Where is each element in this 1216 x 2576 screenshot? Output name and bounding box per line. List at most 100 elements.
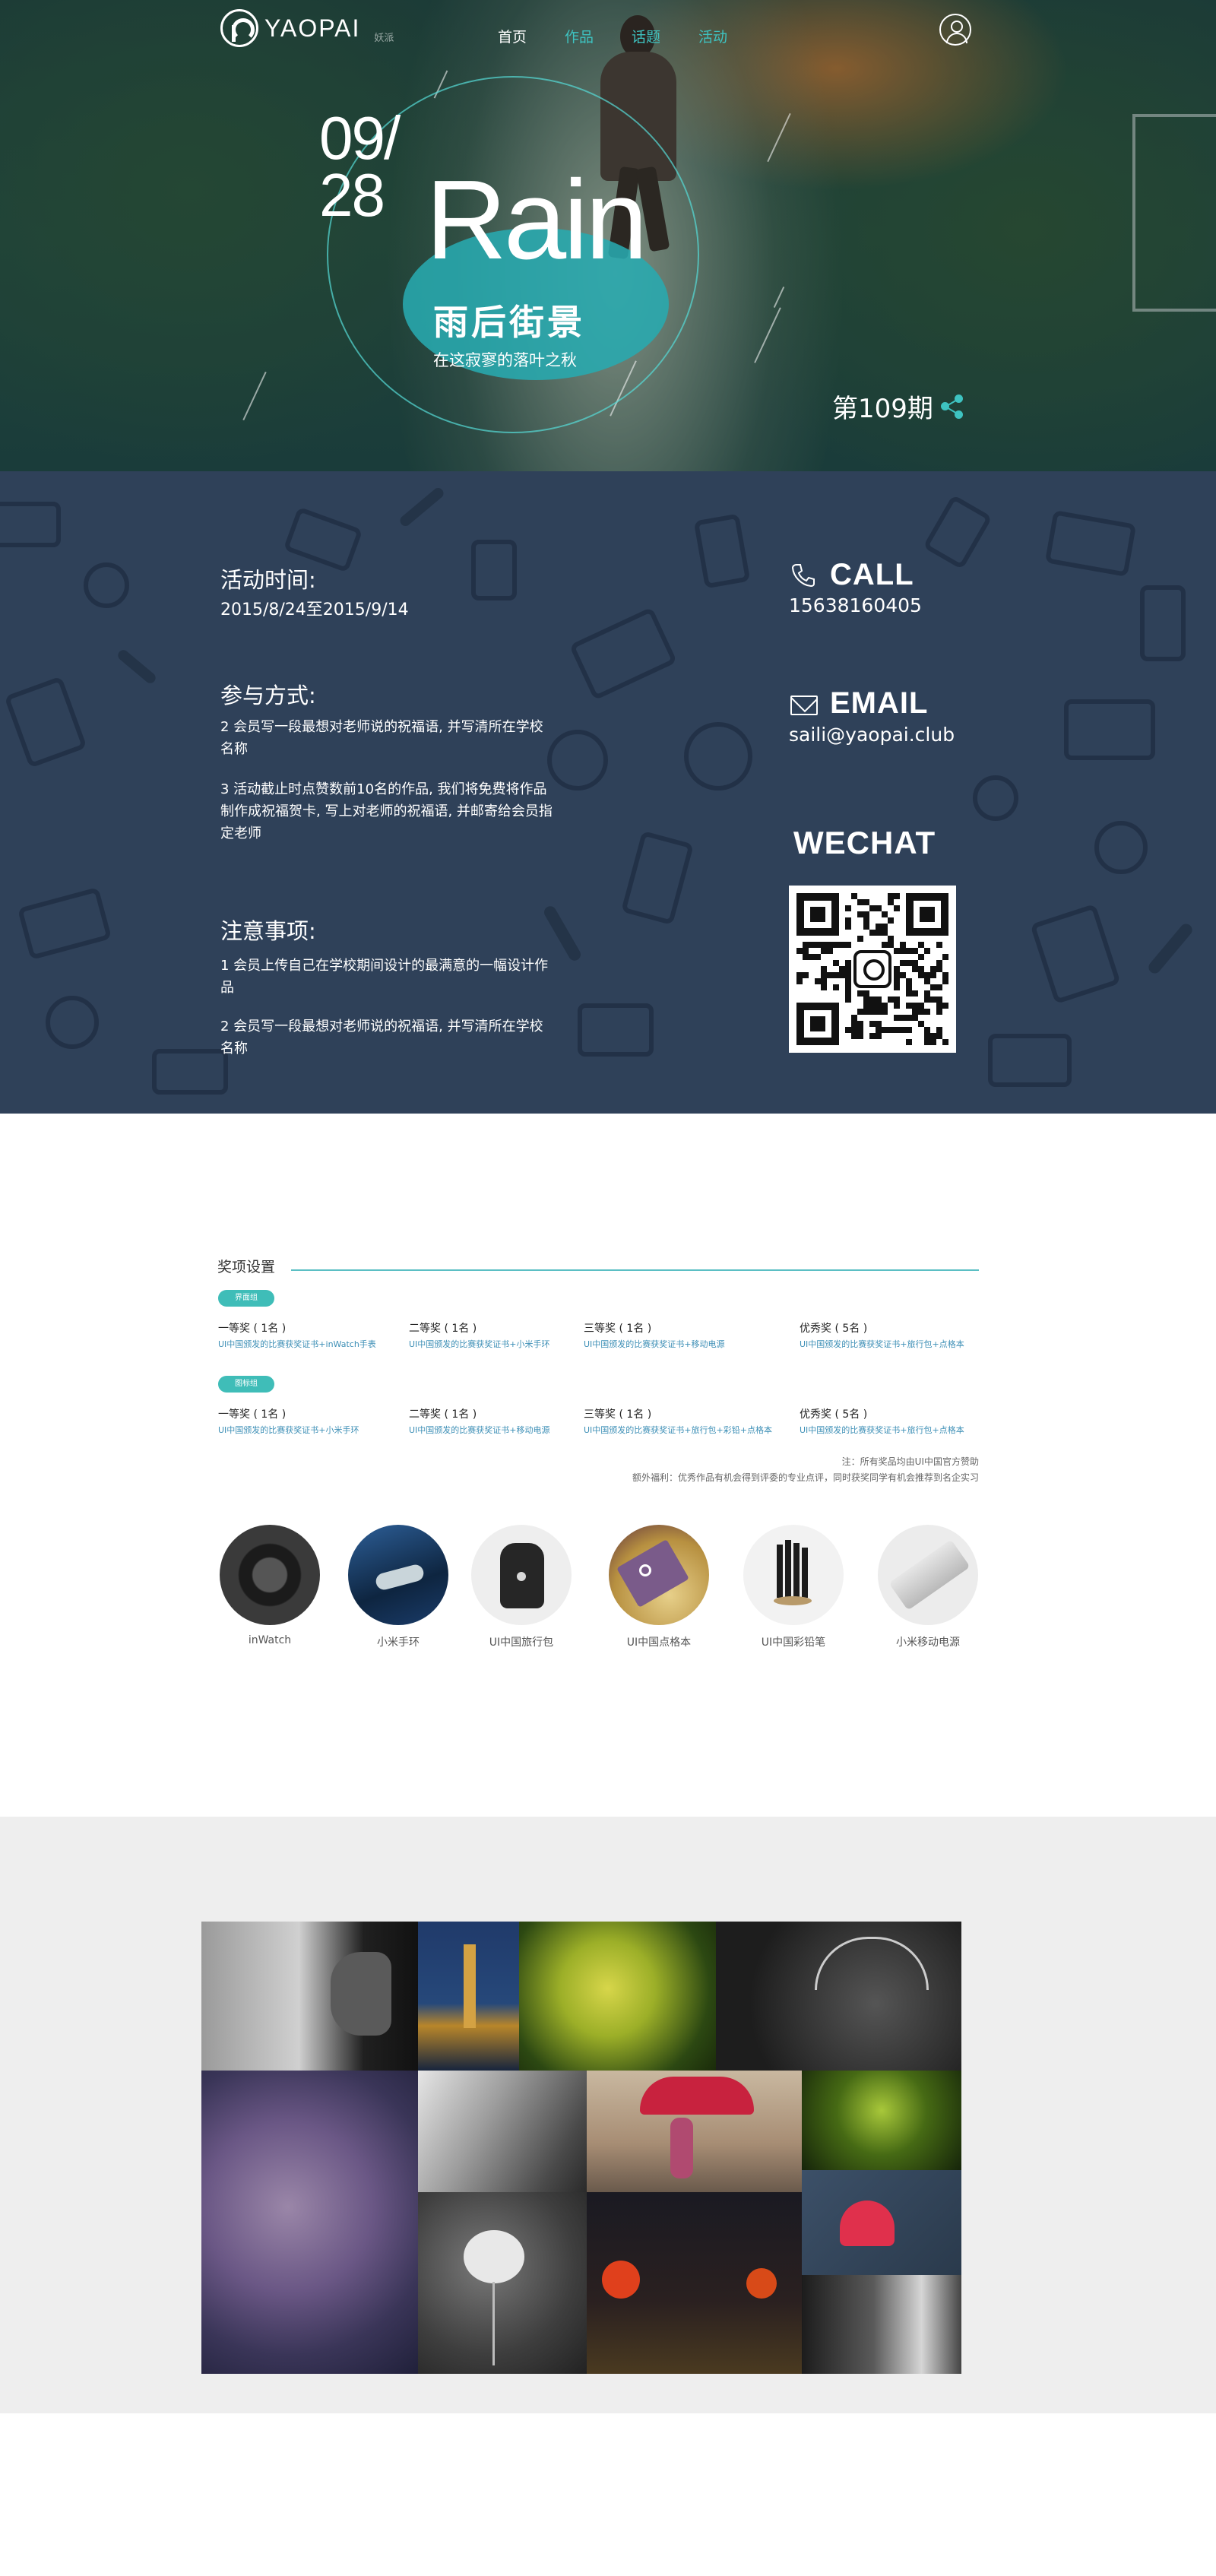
qr-module — [924, 978, 930, 984]
qr-module — [900, 948, 906, 954]
qr-module — [803, 954, 809, 960]
nav-link-home[interactable]: 首页 — [498, 26, 527, 46]
awards-note-benefit: 额外福利：优秀作品有机会得到评委的专业点评，同时获奖同学有机会推荐到名企实习 — [632, 1472, 979, 1483]
qr-module — [942, 1003, 948, 1009]
qr-module — [936, 1033, 942, 1039]
logo[interactable]: YAOPAI 妖派 — [220, 9, 394, 47]
hero-subtitle: 在这寂寥的落叶之秋 — [433, 351, 577, 369]
qr-module — [936, 1009, 942, 1015]
nav-link-topics[interactable]: 话题 — [632, 26, 660, 46]
qr-module — [857, 1009, 863, 1015]
qr-module — [906, 1015, 912, 1021]
gallery-photo-big-ben[interactable] — [418, 1922, 519, 2071]
qr-module — [857, 1027, 863, 1033]
qr-module — [894, 978, 900, 984]
qr-module — [876, 1027, 882, 1033]
event-time-value: 2015/8/24至2015/9/14 — [220, 600, 409, 619]
awards-section — [0, 1114, 1216, 1817]
qr-module — [833, 942, 839, 948]
qr-module — [839, 966, 845, 972]
qr-module — [815, 942, 821, 948]
email-value[interactable]: saili@yaopai.club — [789, 724, 955, 746]
phone-icon — [791, 564, 815, 588]
prize-name: 优秀奖 ( 5名 ) — [800, 1323, 868, 1335]
qr-module — [882, 1027, 888, 1033]
qr-module — [888, 936, 894, 942]
qr-module — [924, 972, 930, 978]
prize-item: 小米手环 — [348, 1525, 448, 1649]
prize-desc: UI中国颁发的比赛获奖证书+inWatch手表 — [218, 1339, 376, 1349]
nav-link-events[interactable]: 活动 — [698, 26, 727, 46]
prize-desc: UI中国颁发的比赛获奖证书+旅行包+点格本 — [800, 1425, 964, 1435]
power-bank-image — [878, 1525, 978, 1625]
qr-module — [827, 942, 833, 948]
fence-decoration — [1132, 114, 1216, 312]
qr-module — [894, 984, 900, 990]
gallery-photo-leaf[interactable] — [519, 1922, 716, 2071]
qr-module — [924, 1033, 930, 1039]
qr-module — [821, 942, 827, 948]
qr-module — [882, 1003, 888, 1009]
gallery-photo-rainy-window[interactable] — [201, 1922, 418, 2071]
qr-module — [882, 1009, 888, 1015]
pattern-circle-icon — [684, 722, 752, 791]
qr-module — [936, 996, 942, 1003]
qr-module — [894, 972, 900, 978]
qr-module — [888, 893, 894, 899]
qr-module — [924, 996, 930, 1003]
qr-module — [851, 893, 857, 899]
qr-module — [918, 1003, 924, 1009]
pattern-camera-icon — [0, 502, 61, 547]
qr-module — [845, 990, 851, 996]
qr-module — [857, 936, 863, 942]
nav-link-works[interactable]: 作品 — [565, 26, 594, 46]
pattern-star-icon — [1094, 821, 1148, 874]
qr-module — [796, 948, 803, 954]
qr-module — [857, 899, 863, 905]
gallery-photo-white-poppy[interactable] — [418, 2192, 587, 2374]
pattern-phone-icon — [923, 494, 993, 570]
qr-module — [876, 905, 882, 911]
pattern-tablet-icon — [568, 607, 678, 701]
qr-module — [857, 990, 863, 996]
pattern-phone-icon — [693, 513, 751, 589]
qr-module — [863, 899, 869, 905]
call-value[interactable]: 15638160405 — [789, 594, 922, 616]
event-time-title: 活动时间: — [220, 567, 316, 593]
prize-desc: UI中国颁发的比赛获奖证书+移动电源 — [409, 1425, 550, 1435]
user-account-icon[interactable] — [939, 14, 971, 46]
qr-module — [839, 972, 845, 978]
gallery-photo-hex-umbrella[interactable] — [802, 2170, 961, 2275]
qr-module — [912, 966, 918, 972]
gallery-photo-red-umbrella[interactable] — [587, 2071, 802, 2192]
decor-line — [754, 307, 781, 363]
share-icon[interactable] — [940, 394, 965, 419]
qr-module — [869, 930, 876, 936]
gallery-photo-bokeh-lights[interactable] — [587, 2192, 802, 2374]
call-title: CALL — [830, 558, 914, 591]
gallery-photo-umbrella-couple[interactable] — [716, 1922, 961, 2071]
qr-module — [882, 930, 888, 936]
qr-module — [936, 942, 942, 948]
qr-module — [882, 942, 888, 948]
awards-title-line — [291, 1269, 979, 1271]
gallery-photo-bw-portrait[interactable] — [802, 2275, 961, 2374]
gallery-photo-purple-leaves[interactable] — [201, 2071, 418, 2374]
gallery-photo-green-drops[interactable] — [802, 2071, 961, 2170]
qr-module — [869, 1033, 876, 1039]
qr-module — [803, 972, 809, 978]
gallery-photo-leaf-bw[interactable] — [418, 2071, 587, 2192]
qr-module — [845, 966, 851, 972]
qr-module — [912, 1003, 918, 1009]
hero-title-cn: 雨后街景 — [433, 302, 585, 343]
qr-module — [851, 1033, 857, 1039]
qr-module — [821, 984, 827, 990]
pattern-camera-icon — [1044, 509, 1137, 578]
prize-item-label: UI中国旅行包 — [489, 1637, 554, 1649]
top-nav: YAOPAI 妖派 首页 作品 话题 活动 — [0, 0, 1216, 61]
qr-module — [851, 1015, 857, 1021]
prize-item-label: UI中国彩铅笔 — [761, 1637, 826, 1649]
qr-module — [845, 924, 851, 930]
pattern-camera-icon — [17, 886, 112, 961]
pattern-phone-icon — [620, 830, 695, 926]
